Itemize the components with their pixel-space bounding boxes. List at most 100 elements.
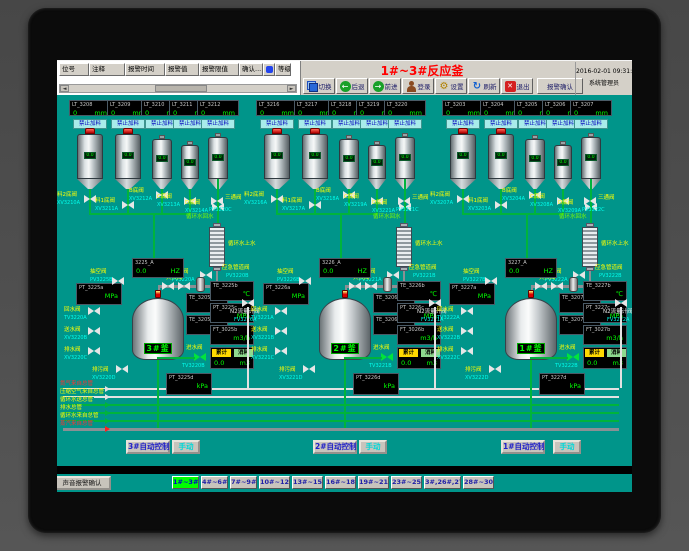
return-water-valve[interactable] [88, 307, 100, 315]
alarm-col-5[interactable]: 确认... [239, 63, 263, 76]
pipe-h [462, 213, 564, 215]
drain-valve[interactable] [461, 347, 473, 355]
toolbar-button-refresh[interactable]: 刷新 [468, 78, 500, 94]
level-readout-value-row: 0mm [70, 109, 110, 117]
three-way-valve[interactable] [211, 197, 223, 205]
page-button-0[interactable]: 1#~3# [172, 476, 199, 489]
tank-bottom-valve[interactable] [122, 201, 134, 209]
pressure-d-readout-value-row: kPa [167, 382, 211, 390]
page-button-4[interactable]: 13#~15# [292, 476, 323, 489]
return-water-valve[interactable] [275, 307, 287, 315]
page-button-3[interactable]: 10#~12# [259, 476, 290, 489]
toolbar-button-exit[interactable]: 退出 [501, 78, 533, 94]
return-water-valve-tag: TV3222A [437, 315, 460, 321]
tank-cone [264, 179, 290, 189]
level-readout-value: 0 [546, 109, 550, 117]
scroll-thumb[interactable] [155, 85, 207, 92]
tank-bottom-valve[interactable] [495, 201, 507, 209]
freq-readout-tag: 3227_A [506, 259, 556, 267]
pressure-d-readout-unit: kPa [197, 382, 208, 390]
three-way-valve[interactable] [398, 197, 410, 205]
totals-badge-cumulative[interactable]: 累计 [212, 349, 231, 357]
tank-bottom-valve[interactable] [309, 201, 321, 209]
pipe-v [157, 360, 159, 428]
toolbar-button-login[interactable]: 登录 [402, 78, 434, 94]
forward-icon [373, 81, 384, 92]
totals-badge-cumulative[interactable]: 累计 [399, 349, 418, 357]
page-button-5[interactable]: 16#~18# [325, 476, 356, 489]
alarm-col-4[interactable]: 报警限值 [199, 63, 239, 76]
temp3-readout-value-row: ℃ [398, 290, 440, 298]
inlet-water-valve[interactable] [567, 353, 579, 361]
level-readout-value-row: 0mm [571, 109, 611, 117]
manual-button-2[interactable]: 手动 [359, 440, 387, 454]
toolbar-button-settings[interactable]: 设置 [435, 78, 467, 94]
toolbar-button-back[interactable]: 后退 [336, 78, 368, 94]
page-button-9[interactable]: 28#~30# [463, 476, 494, 489]
feed-valve-label: D底阀 [372, 200, 387, 207]
pipe-v [526, 213, 528, 259]
feed-status-label: 禁止加料 [388, 119, 422, 129]
page-button-7[interactable]: 23#~25# [391, 476, 422, 489]
send-water-valve[interactable] [88, 327, 100, 335]
tank-level-window: 0.0 [343, 155, 355, 162]
vacuum-valve[interactable] [485, 277, 497, 285]
vacuum-valve[interactable] [299, 277, 311, 285]
toolbar-button-switch[interactable]: 切换 [303, 78, 335, 94]
manual-button-3[interactable]: 手动 [172, 440, 200, 454]
level-readout-value: 0 [332, 109, 336, 117]
totals-badge-consumed[interactable]: 消耗 [607, 349, 626, 357]
flame-valve-1[interactable] [162, 282, 174, 290]
flame-valve-1[interactable] [349, 282, 361, 290]
page-button-6[interactable]: 19#~21# [358, 476, 389, 489]
alarm-col-3[interactable]: 报警值 [165, 63, 199, 76]
alarm-col-1[interactable]: 注释 [89, 63, 125, 76]
level-readout: LT_32070mm [570, 100, 612, 116]
blowdown-valve[interactable] [303, 365, 315, 373]
manual-button-1[interactable]: 手动 [553, 440, 581, 454]
toolbar-button-forward[interactable]: 前进 [369, 78, 401, 94]
scroll-right-arrow[interactable]: ► [287, 85, 296, 92]
three-way-valve[interactable] [584, 197, 596, 205]
send-water-valve[interactable] [275, 327, 287, 335]
page-title: 1#~3#反应釜 [337, 62, 507, 76]
return-water-valve[interactable] [461, 307, 473, 315]
drain-valve[interactable] [88, 347, 100, 355]
alarm-col-2[interactable]: 报警时间 [125, 63, 165, 76]
scroll-left-arrow[interactable]: ◄ [60, 85, 69, 92]
flame-valve-2[interactable] [551, 282, 563, 290]
flame-valve-1[interactable] [535, 282, 547, 290]
flame-valve-2[interactable] [365, 282, 377, 290]
blowdown-valve[interactable] [116, 365, 128, 373]
flame-valve-2[interactable] [178, 282, 190, 290]
inlet-water-valve[interactable] [194, 353, 206, 361]
level-readout-tag: LT_3203 [443, 101, 483, 109]
inlet-water-valve[interactable] [381, 353, 393, 361]
pipe-h [530, 357, 568, 359]
alarm-col-0[interactable]: 位号 [59, 63, 89, 76]
alarm-ack-header-icon[interactable] [263, 63, 275, 76]
reactor-beacon [528, 290, 534, 298]
page-button-2[interactable]: 7#~9# [230, 476, 257, 489]
sound-alarm-ack-button[interactable]: 声音报警确认 [57, 476, 111, 490]
auto-control-button-1[interactable]: 1#自动控制 [501, 440, 545, 454]
send-water-valve[interactable] [461, 327, 473, 335]
page-button-8[interactable]: 3#,26#,27# [424, 476, 461, 489]
temp3-readout-tag: TE_3225b [211, 282, 253, 290]
totals-badge-cumulative[interactable]: 累计 [585, 349, 604, 357]
vacuum-valve[interactable] [112, 277, 124, 285]
alarm-col-6[interactable]: 等级 [275, 63, 291, 76]
freq-readout: 3227_A0.0HZ [505, 258, 557, 278]
feed-valve-tag: XV3218A [316, 196, 339, 202]
auto-control-button-3[interactable]: 3#自动控制 [126, 440, 170, 454]
pressure-a-readout-tag: PT_3226a [264, 284, 308, 292]
emergency-valve-label: 应急管道阀 [222, 265, 250, 272]
alarm-summary-table[interactable]: 位号注释报警时间报警值报警限值确认... 等级 ◄ ► [57, 61, 301, 96]
auto-control-button-2[interactable]: 2#自动控制 [313, 440, 357, 454]
blowdown-valve[interactable] [489, 365, 501, 373]
emergency-valve-tag: PV3220B [226, 273, 249, 279]
page-button-1[interactable]: 4#~6# [201, 476, 228, 489]
drain-valve[interactable] [275, 347, 287, 355]
alarm-table-hscrollbar[interactable]: ◄ ► [59, 84, 297, 93]
n2-flow-valve[interactable] [615, 299, 627, 307]
